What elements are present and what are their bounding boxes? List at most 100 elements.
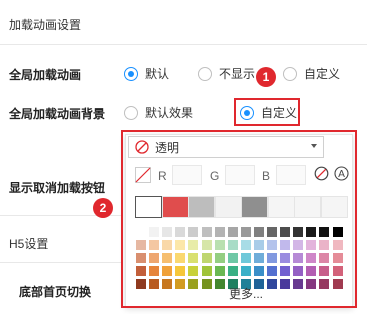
palette-cell[interactable] xyxy=(267,279,277,289)
palette-cell[interactable] xyxy=(306,266,317,276)
palette-cell[interactable] xyxy=(201,266,212,276)
g-input[interactable] xyxy=(225,165,255,185)
palette-cell[interactable] xyxy=(227,253,238,263)
palette-cell[interactable] xyxy=(149,253,160,263)
palette-cell[interactable] xyxy=(227,266,238,276)
palette-cell[interactable] xyxy=(188,279,199,289)
transparent-swatch-icon[interactable] xyxy=(135,167,151,183)
palette-cell[interactable] xyxy=(293,240,304,250)
palette-cell[interactable] xyxy=(175,279,186,289)
palette-cell[interactable] xyxy=(162,279,173,289)
palette-cell[interactable] xyxy=(214,253,225,263)
palette-cell[interactable] xyxy=(280,266,291,276)
palette-cell[interactable] xyxy=(253,253,264,263)
palette-cell[interactable] xyxy=(136,266,146,276)
palette-cell[interactable] xyxy=(280,240,291,250)
section-title-loading: 加载动画设置 xyxy=(9,18,82,32)
palette-cell[interactable] xyxy=(201,253,212,263)
no-color-icon[interactable] xyxy=(314,166,329,181)
color-swatch[interactable] xyxy=(294,196,321,218)
palette-cell[interactable] xyxy=(149,240,160,250)
radio-anim-custom[interactable]: 自定义 xyxy=(283,65,340,82)
auto-color-icon[interactable]: A xyxy=(334,166,349,181)
palette-cell[interactable] xyxy=(306,253,317,263)
palette-cell[interactable] xyxy=(253,227,264,237)
more-colors-link[interactable]: 更多... xyxy=(229,285,263,302)
color-swatch[interactable] xyxy=(161,196,189,218)
palette-cell[interactable] xyxy=(162,266,173,276)
palette-cell[interactable] xyxy=(306,227,317,237)
color-swatch[interactable] xyxy=(135,196,162,218)
radio-bg-custom[interactable]: 自定义 xyxy=(240,104,297,121)
palette-cell[interactable] xyxy=(332,279,343,289)
global-anim-label: 全局加载动画 xyxy=(9,68,82,82)
palette-cell[interactable] xyxy=(293,253,304,263)
palette-cell[interactable] xyxy=(253,240,264,250)
palette-cell[interactable] xyxy=(293,279,304,289)
palette-cell[interactable] xyxy=(188,227,199,237)
radio-anim-default[interactable]: 默认 xyxy=(124,65,169,82)
palette-cell[interactable] xyxy=(240,227,251,237)
palette-cell[interactable] xyxy=(319,227,330,237)
palette-cell[interactable] xyxy=(319,279,330,289)
palette-cell[interactable] xyxy=(240,266,251,276)
palette-cell[interactable] xyxy=(214,266,225,276)
palette-cell[interactable] xyxy=(332,253,343,263)
palette-cell[interactable] xyxy=(136,227,146,237)
r-input[interactable] xyxy=(172,165,202,185)
palette-cell[interactable] xyxy=(162,227,173,237)
radio-bg-default[interactable]: 默认效果 xyxy=(124,104,193,121)
palette-cell[interactable] xyxy=(175,227,186,237)
palette-cell[interactable] xyxy=(332,227,343,237)
palette-cell[interactable] xyxy=(188,253,199,263)
palette-cell[interactable] xyxy=(280,279,291,289)
palette-cell[interactable] xyxy=(149,266,160,276)
palette-cell[interactable] xyxy=(162,240,173,250)
palette-cell[interactable] xyxy=(293,266,304,276)
palette-cell[interactable] xyxy=(188,240,199,250)
radio-anim-hidden[interactable]: 不显示 xyxy=(198,65,255,82)
palette-cell[interactable] xyxy=(319,266,330,276)
palette-cell[interactable] xyxy=(306,279,317,289)
palette-cell[interactable] xyxy=(280,227,291,237)
palette-cell[interactable] xyxy=(188,266,199,276)
palette-cell[interactable] xyxy=(293,227,304,237)
palette-cell[interactable] xyxy=(267,253,277,263)
palette-cell[interactable] xyxy=(306,240,317,250)
palette-cell[interactable] xyxy=(240,240,251,250)
color-swatch[interactable] xyxy=(241,196,268,218)
palette-cell[interactable] xyxy=(175,253,186,263)
palette-cell[interactable] xyxy=(149,279,160,289)
palette-cell[interactable] xyxy=(214,227,225,237)
palette-cell[interactable] xyxy=(175,266,186,276)
palette-cell[interactable] xyxy=(201,240,212,250)
palette-cell[interactable] xyxy=(162,253,173,263)
palette-cell[interactable] xyxy=(253,266,264,276)
palette-cell[interactable] xyxy=(319,253,330,263)
palette-cell[interactable] xyxy=(319,240,330,250)
palette-cell[interactable] xyxy=(136,240,146,250)
palette-cell[interactable] xyxy=(267,227,277,237)
palette-cell[interactable] xyxy=(267,266,277,276)
palette-cell[interactable] xyxy=(214,279,225,289)
palette-cell[interactable] xyxy=(332,266,343,276)
palette-cell[interactable] xyxy=(214,240,225,250)
palette-cell[interactable] xyxy=(227,227,238,237)
palette-cell[interactable] xyxy=(136,279,146,289)
color-swatch[interactable] xyxy=(267,196,295,218)
palette-cell[interactable] xyxy=(267,240,277,250)
color-swatch[interactable] xyxy=(188,196,215,218)
palette-cell[interactable] xyxy=(280,253,291,263)
palette-cell[interactable] xyxy=(201,279,212,289)
palette-cell[interactable] xyxy=(149,227,160,237)
palette-cell[interactable] xyxy=(227,240,238,250)
palette-cell[interactable] xyxy=(175,240,186,250)
color-swatch[interactable] xyxy=(320,196,348,218)
palette-cell[interactable] xyxy=(240,253,251,263)
palette-cell[interactable] xyxy=(201,227,212,237)
color-swatch[interactable] xyxy=(214,196,242,218)
b-input[interactable] xyxy=(276,165,306,185)
color-select[interactable]: 透明 xyxy=(128,136,324,158)
palette-cell[interactable] xyxy=(332,240,343,250)
palette-cell[interactable] xyxy=(136,253,146,263)
